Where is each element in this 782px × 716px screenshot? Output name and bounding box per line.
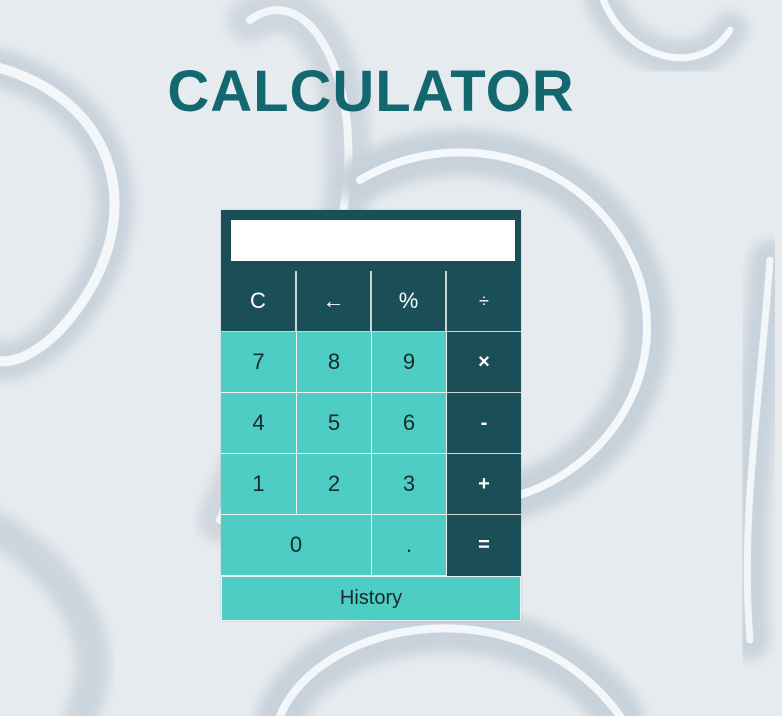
add-button[interactable]: + — [447, 454, 521, 515]
history-button[interactable]: History — [221, 576, 521, 621]
digit-0-button[interactable]: 0 — [221, 515, 372, 576]
calculator: C ← % ÷ 7 8 9 × 4 5 6 - 1 2 3 + 0 . = Hi… — [221, 210, 521, 621]
digit-9-button[interactable]: 9 — [372, 332, 447, 393]
backspace-button[interactable]: ← — [297, 271, 372, 332]
digit-4-button[interactable]: 4 — [221, 393, 297, 454]
subtract-button[interactable]: - — [447, 393, 521, 454]
digit-7-button[interactable]: 7 — [221, 332, 297, 393]
digit-3-button[interactable]: 3 — [372, 454, 447, 515]
display-input[interactable] — [231, 220, 515, 261]
digit-5-button[interactable]: 5 — [297, 393, 372, 454]
digit-6-button[interactable]: 6 — [372, 393, 447, 454]
clear-button[interactable]: C — [221, 271, 297, 332]
percent-button[interactable]: % — [372, 271, 447, 332]
digit-1-button[interactable]: 1 — [221, 454, 297, 515]
page-title: CALCULATOR — [167, 59, 575, 124]
digit-8-button[interactable]: 8 — [297, 332, 372, 393]
equals-button[interactable]: = — [447, 515, 521, 576]
digit-2-button[interactable]: 2 — [297, 454, 372, 515]
divide-button[interactable]: ÷ — [447, 271, 521, 332]
decimal-button[interactable]: . — [372, 515, 447, 576]
multiply-button[interactable]: × — [447, 332, 521, 393]
